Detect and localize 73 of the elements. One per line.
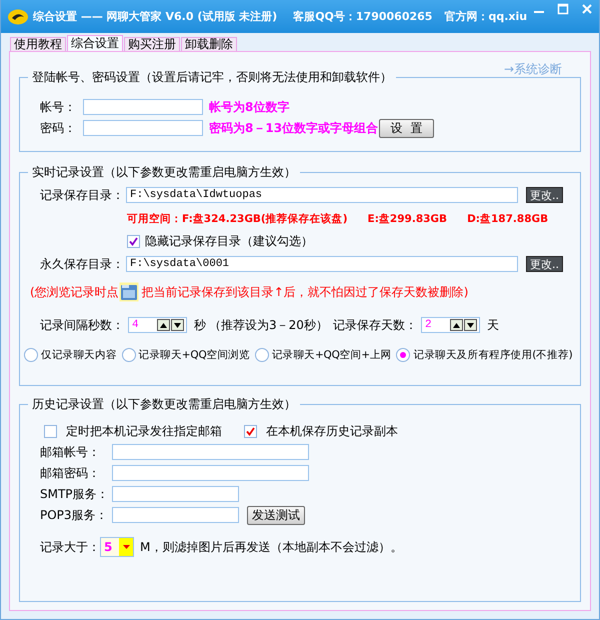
radio-button[interactable] — [24, 348, 38, 362]
field-label: 记录保存天数： — [333, 316, 418, 334]
field-hint: 密码为8－13位数字或字母组合 — [209, 120, 379, 136]
checkbox-label: 定时把本机记录发往指定邮箱 — [66, 422, 222, 440]
radio-button[interactable] — [396, 348, 410, 362]
tab[interactable]: 购买注册 — [124, 37, 180, 51]
field-label: 记录大于： — [40, 538, 100, 556]
checkbox[interactable] — [44, 424, 57, 438]
input-field[interactable] — [112, 465, 309, 481]
group-title: 登陆帐号、密码设置（设置后请记牢，否则将无法使用和卸载软件） — [28, 70, 396, 85]
website: 官方网：qq.xiu — [444, 9, 528, 24]
up-button[interactable] — [450, 319, 463, 331]
interval-hint: （推荐设为3－20秒） — [209, 316, 329, 334]
note-text: (您浏览记录时点 — [30, 284, 119, 300]
field-hint: 帐号为8位数字 — [209, 98, 290, 116]
radio-label: 记录聊天及所有程序使用(不推荐) — [413, 348, 572, 362]
check-icon — [246, 426, 255, 436]
group-title: 实时记录设置（以下参数更改需重启电脑方生效） — [28, 165, 300, 180]
down-button[interactable] — [171, 319, 184, 331]
field-label: 永久保存目录： — [40, 256, 125, 272]
folder-field[interactable]: F:\sysdata\0001 — [126, 256, 518, 272]
support-qq: 客服QQ号：1790060265 — [293, 9, 432, 24]
checkbox-label: 在本机保存历史记录副本 — [266, 422, 398, 440]
checkbox[interactable] — [244, 424, 257, 438]
group-title: 历史记录设置（以下参数更改需重启电脑方生效） — [28, 397, 300, 412]
disk-space: E:盘299.83GB — [368, 212, 448, 226]
input-field[interactable] — [83, 99, 203, 115]
tab[interactable]: 卸载删除 — [181, 37, 237, 51]
field-label: 记录保存目录： — [40, 186, 125, 204]
up-arrow-icon — [160, 322, 167, 328]
unit-label: 秒 — [194, 316, 206, 334]
field-label: SMTP服务： — [40, 486, 110, 502]
maximize-icon[interactable] — [557, 3, 569, 15]
field-label: 邮箱帐号： — [40, 444, 101, 460]
change-button[interactable]: 更改.. — [526, 256, 563, 272]
dropdown-arrow-icon — [122, 545, 130, 549]
folder-field[interactable]: F:\sysdata\Idwtuopas — [126, 187, 518, 203]
change-button[interactable]: 更改.. — [526, 187, 563, 203]
radio-label: 仅记录聊天内容 — [41, 348, 117, 362]
set-button[interactable]: 设 置 — [379, 118, 434, 138]
input-field[interactable] — [112, 444, 309, 460]
window-title: 综合设置 —— 网聊大管家 V6.0 (试用版 未注册) — [33, 9, 278, 24]
send-test-button[interactable]: 发送测试 — [247, 506, 305, 524]
tab[interactable]: 使用教程 — [10, 37, 66, 51]
down-arrow-icon — [467, 322, 474, 328]
field-label: POP3服务： — [40, 506, 109, 524]
down-arrow-icon — [174, 322, 181, 328]
up-arrow-icon — [453, 322, 460, 328]
field-label: 记录间隔秒数： — [40, 316, 125, 334]
field-label: 邮箱密码： — [40, 464, 101, 482]
close-icon[interactable] — [581, 3, 593, 15]
check-icon — [129, 236, 138, 246]
radio-button[interactable] — [122, 348, 136, 362]
tab[interactable]: 综合设置 — [67, 35, 123, 51]
note-text: 把当前记录保存到该目录↑后，就不怕因过了保存天数被删除) — [142, 284, 468, 300]
radio-button[interactable] — [254, 348, 269, 362]
folder-save-icon[interactable] — [118, 282, 139, 302]
field-label: 帐号： — [40, 98, 77, 116]
input-field[interactable] — [112, 486, 239, 502]
checkbox[interactable] — [127, 234, 140, 248]
size-hint: M，则滤掉图片后再发送（本地副本不会过滤）。 — [140, 538, 402, 556]
up-button[interactable] — [157, 319, 170, 331]
checkbox-label: 隐藏记录保存目录（建议勾选） — [145, 232, 313, 250]
disk-space: 可用空间：F:盘324.23GB(推荐保存在该盘) — [127, 212, 348, 226]
disk-space: D:盘187.88GB — [467, 212, 548, 226]
input-field[interactable] — [112, 507, 239, 523]
radio-label: 记录聊天+QQ空间+上网 — [272, 348, 392, 362]
down-button[interactable] — [464, 319, 477, 331]
input-field[interactable] — [83, 120, 203, 136]
unit-label: 天 — [487, 316, 499, 334]
app-logo-icon — [7, 8, 29, 24]
radio-label: 记录聊天+QQ空间浏览 — [138, 348, 250, 362]
field-label: 密码： — [40, 120, 77, 136]
